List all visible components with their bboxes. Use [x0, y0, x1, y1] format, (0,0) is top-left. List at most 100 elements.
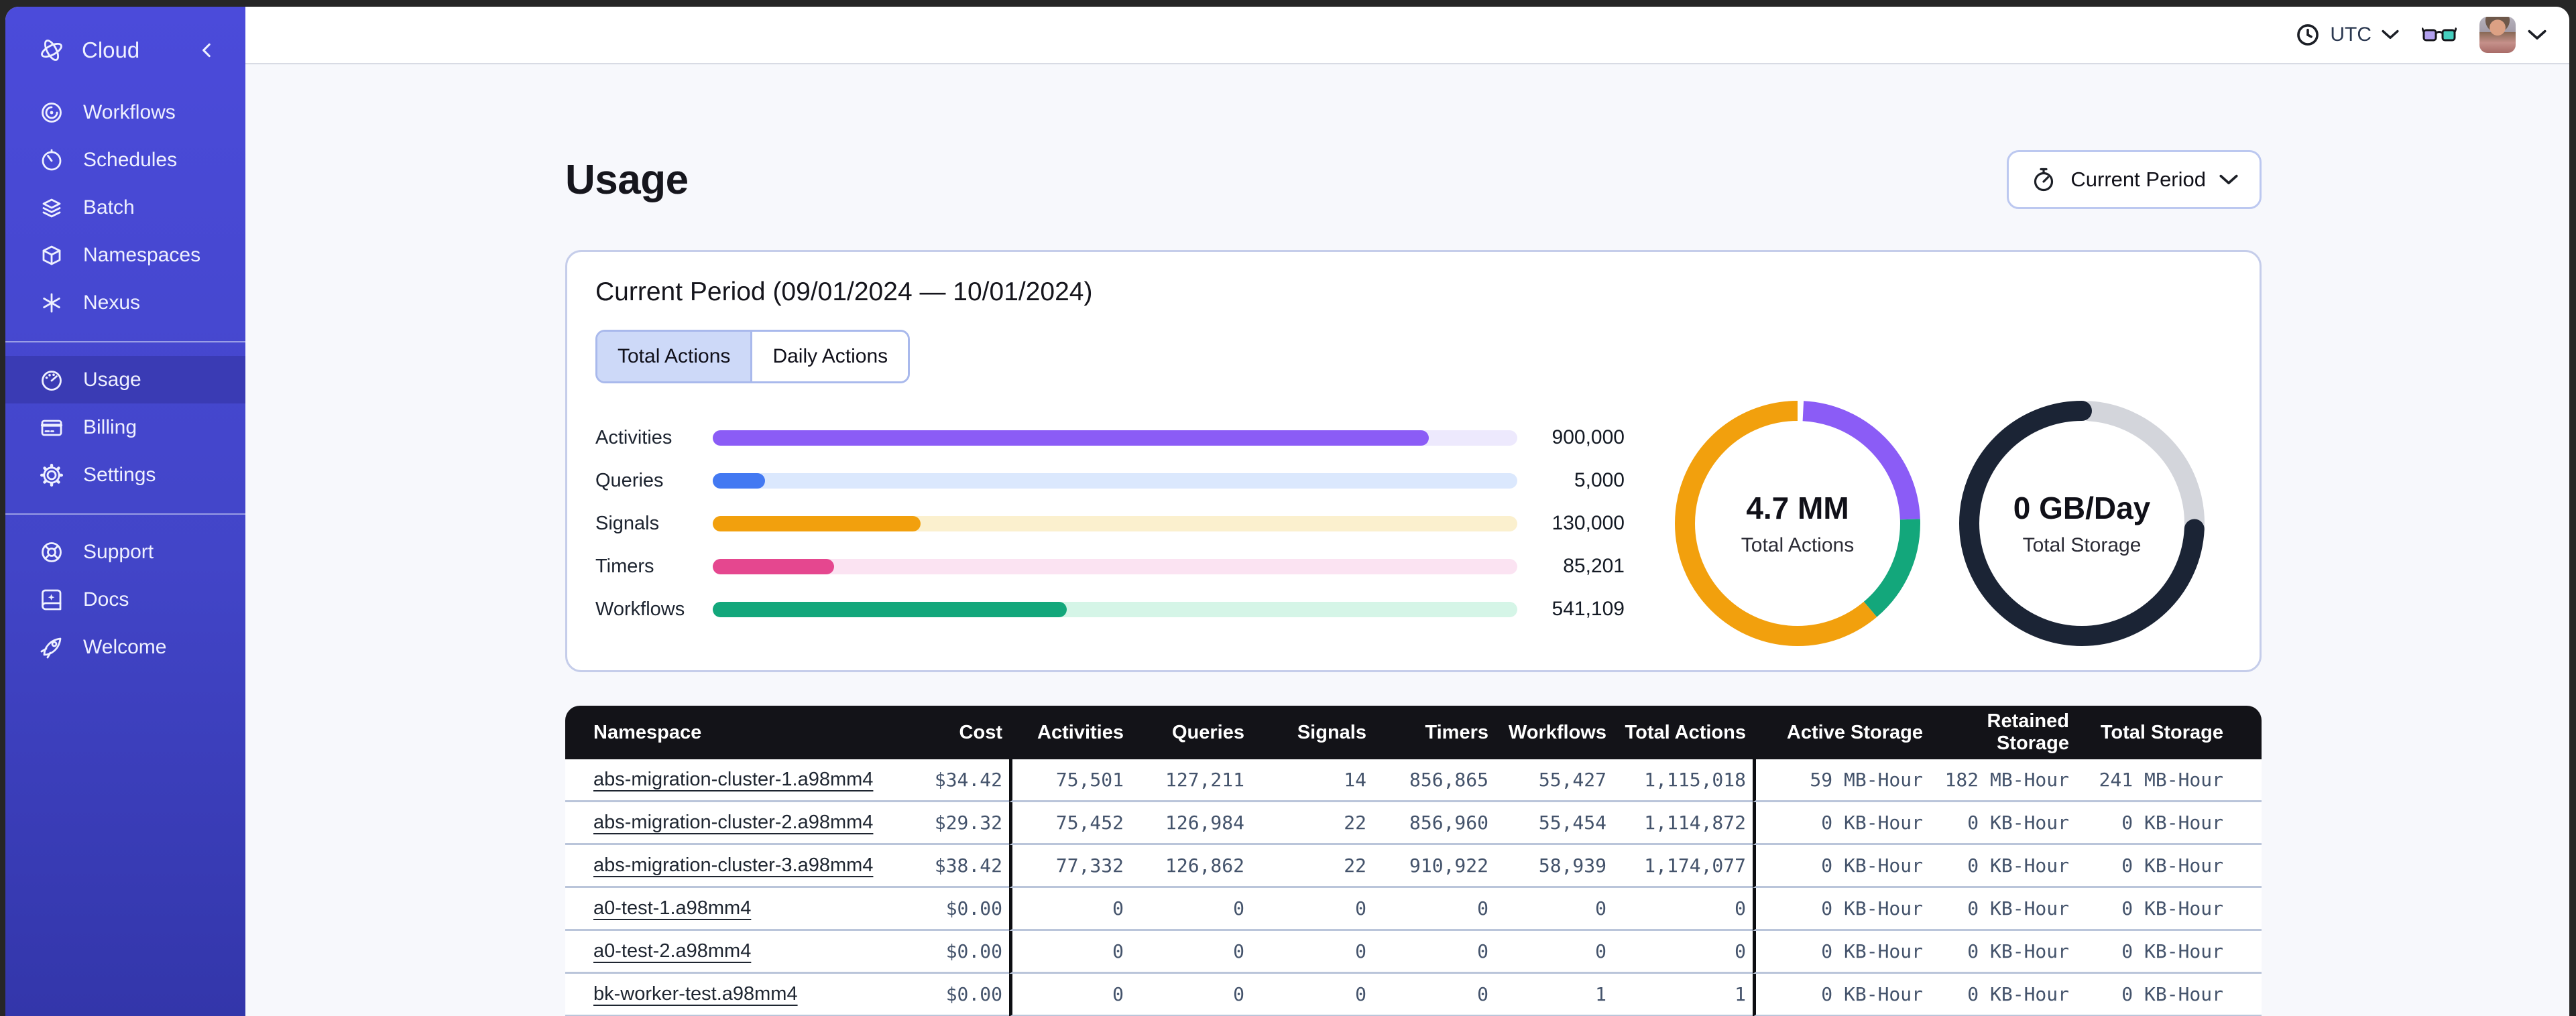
cell-total-storage: 0 KB-Hour — [2076, 845, 2230, 888]
column-header-queries: Queries — [1130, 706, 1251, 759]
bar-label: Workflows — [595, 598, 685, 620]
bar-label: Activities — [595, 426, 672, 448]
table-row: abs-migration-cluster-3.a98mm4 $38.42 77,3… — [565, 845, 2262, 888]
namespace-link[interactable]: bk-worker-test.a98mm4 — [593, 983, 798, 1005]
book-icon — [38, 586, 66, 614]
column-header-activities: Activities — [1009, 706, 1130, 759]
cell-activities: 77,332 — [1009, 845, 1130, 888]
sidebar-item-label: Workflows — [83, 101, 176, 123]
cell-filler — [2230, 845, 2262, 888]
namespace-link[interactable]: a0-test-1.a98mm4 — [593, 897, 751, 919]
bar-fill — [713, 430, 1429, 446]
cell-timers: 0 — [1373, 888, 1495, 931]
namespace-cell: bk-worker-test.a98mm4 — [565, 974, 887, 1016]
cell-activities: 0 — [1009, 931, 1130, 974]
cell-timers: 856,960 — [1373, 802, 1495, 845]
column-header-cost: Cost — [887, 706, 1009, 759]
cell-queries: 0 — [1130, 974, 1251, 1016]
cell-queries: 126,862 — [1130, 845, 1251, 888]
cell-active-storage: 0 KB-Hour — [1753, 931, 1930, 974]
donut-chart-total-storage: 0 GB/Day Total Storage — [1959, 401, 2205, 646]
column-header-total-actions: Total Actions — [1613, 706, 1753, 759]
bar-label: Timers — [595, 555, 654, 577]
clock-icon — [2297, 24, 2319, 46]
cell-filler — [2230, 802, 2262, 845]
cell-retained-storage: 0 KB-Hour — [1930, 802, 2076, 845]
column-header-active-storage: Active Storage — [1753, 706, 1930, 759]
sidebar-item-label: Welcome — [83, 635, 167, 658]
bar-track — [713, 558, 1517, 574]
sidebar-item-workflows[interactable]: Workflows — [5, 88, 245, 136]
tab-total-actions[interactable]: Total Actions — [597, 332, 751, 381]
bar-value: 900,000 — [1552, 426, 1625, 448]
donut-value: 4.7 MM — [1746, 491, 1849, 525]
table-row: abs-migration-cluster-2.a98mm4 $29.32 75,4… — [565, 802, 2262, 845]
namespace-link[interactable]: abs-migration-cluster-2.a98mm4 — [593, 812, 873, 833]
cell-signals: 0 — [1251, 974, 1373, 1016]
cell-signals: 0 — [1251, 888, 1373, 931]
period-selector-button[interactable]: Current Period — [2007, 150, 2262, 209]
cell-activities: 75,452 — [1009, 802, 1130, 845]
cell-total-storage: 0 KB-Hour — [2076, 802, 2230, 845]
account-menu-button[interactable] — [2479, 17, 2546, 53]
namespace-link[interactable]: abs-migration-cluster-3.a98mm4 — [593, 854, 873, 876]
table-row: abs-migration-cluster-1.a98mm4 $34.42 75,5… — [565, 759, 2262, 802]
cell-queries: 127,211 — [1130, 759, 1251, 802]
cell-filler — [2230, 974, 2262, 1016]
bar-value: 541,109 — [1552, 598, 1625, 620]
sidebar-item-batch[interactable]: Batch — [5, 184, 245, 231]
sidebar-item-settings[interactable]: Settings — [5, 451, 245, 499]
sidebar-item-support[interactable]: Support — [5, 528, 245, 576]
cell-workflows: 1 — [1495, 974, 1613, 1016]
namespace-cell: a0-test-2.a98mm4 — [565, 931, 887, 974]
user-avatar — [2479, 17, 2516, 53]
namespace-cell: a0-test-1.a98mm4 — [565, 888, 887, 931]
chevron-left-icon[interactable] — [193, 36, 221, 64]
gauge-icon — [38, 366, 66, 394]
column-header-signals: Signals — [1251, 706, 1373, 759]
sidebar-item-billing[interactable]: Billing — [5, 403, 245, 451]
lifebuoy-icon — [38, 538, 66, 566]
sidebar-divider — [5, 341, 245, 342]
cell-signals: 22 — [1251, 802, 1373, 845]
sidebar-item-schedules[interactable]: Schedules — [5, 136, 245, 184]
cell-workflows: 58,939 — [1495, 845, 1613, 888]
sidebar-item-label: Namespaces — [83, 243, 201, 266]
usage-bar-row: Workflows 541,109 — [595, 588, 1625, 631]
namespace-cell: abs-migration-cluster-3.a98mm4 — [565, 845, 887, 888]
cell-queries: 126,984 — [1130, 802, 1251, 845]
cell-timers: 910,922 — [1373, 845, 1495, 888]
sidebar-item-docs[interactable]: Docs — [5, 576, 245, 623]
bar-fill — [713, 558, 835, 574]
sidebar-item-label: Schedules — [83, 148, 178, 171]
sidebar-item-namespaces[interactable]: Namespaces — [5, 231, 245, 279]
sidebar-item-label: Settings — [83, 463, 156, 486]
sidebar-item-label: Billing — [83, 416, 137, 438]
rocket-icon — [38, 633, 66, 661]
cell-filler — [2230, 888, 2262, 931]
cell-timers: 856,865 — [1373, 759, 1495, 802]
cell-retained-storage: 182 MB-Hour — [1930, 759, 2076, 802]
bar-value: 130,000 — [1552, 512, 1625, 534]
donut-label: Total Storage — [2022, 534, 2142, 556]
cell-total-actions: 1 — [1613, 974, 1753, 1016]
sidebar-item-welcome[interactable]: Welcome — [5, 623, 245, 671]
chevron-down-icon — [2382, 29, 2399, 40]
sidebar-item-label: Nexus — [83, 291, 141, 314]
namespace-link[interactable]: abs-migration-cluster-1.a98mm4 — [593, 769, 873, 790]
period-selector-label: Current Period — [2070, 168, 2206, 191]
column-header-filler — [2230, 706, 2262, 759]
cell-workflows: 55,454 — [1495, 802, 1613, 845]
cell-active-storage: 59 MB-Hour — [1753, 759, 1930, 802]
cell-total-actions: 1,115,018 — [1613, 759, 1753, 802]
timezone-selector[interactable]: UTC — [2296, 23, 2399, 47]
cell-active-storage: 0 KB-Hour — [1753, 845, 1930, 888]
tab-daily-actions[interactable]: Daily Actions — [750, 332, 909, 381]
namespace-link[interactable]: a0-test-2.a98mm4 — [593, 940, 751, 962]
cell-workflows: 0 — [1495, 888, 1613, 931]
sidebar-item-usage[interactable]: Usage — [5, 356, 245, 403]
usage-bar-row: Queries 5,000 — [595, 459, 1625, 502]
sidebar-item-nexus[interactable]: Nexus — [5, 279, 245, 326]
feedback-glasses-button[interactable] — [2422, 23, 2457, 46]
bar-track — [713, 472, 1517, 489]
